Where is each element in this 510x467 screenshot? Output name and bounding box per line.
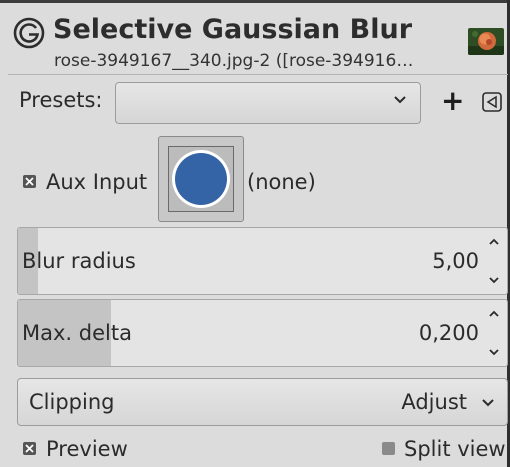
dialog-title: Selective Gaussian Blur <box>53 14 413 45</box>
increment-icon[interactable] <box>487 236 501 248</box>
header-separator <box>8 74 508 75</box>
triangle-left-icon <box>486 95 497 109</box>
split-view-label: Split view <box>404 437 506 461</box>
clipping-value: Adjust <box>401 390 467 414</box>
presets-label: Presets: <box>19 88 103 112</box>
preview-label: Preview <box>46 437 128 461</box>
split-view-checkbox[interactable] <box>382 442 395 455</box>
decrement-icon[interactable] <box>487 346 501 358</box>
image-subtitle: rose-3949167__340.jpg-2 ([rose-394916… <box>54 51 414 71</box>
blur-radius-label: Blur radius <box>22 249 136 273</box>
max-delta-label: Max. delta <box>22 321 132 345</box>
chevron-down-icon <box>482 399 494 407</box>
aux-input-checkbox[interactable] <box>23 175 36 188</box>
add-preset-button[interactable]: + <box>441 84 464 117</box>
chevron-down-icon <box>394 96 406 104</box>
aux-input-label: Aux Input <box>46 170 148 194</box>
decrement-icon[interactable] <box>487 274 501 286</box>
increment-icon[interactable] <box>487 308 501 320</box>
aux-input-swatch <box>172 150 230 208</box>
aux-input-value: (none) <box>247 170 316 194</box>
plus-icon: + <box>441 84 465 117</box>
gimp-icon <box>13 17 45 49</box>
clipping-combo[interactable]: Clipping Adjust <box>17 378 508 426</box>
rose-thumbnail <box>468 28 504 55</box>
presets-combo[interactable] <box>115 82 421 124</box>
check-x-icon <box>25 444 34 453</box>
max-delta-spinscale[interactable]: Max. delta 0,200 <box>17 299 508 367</box>
blur-radius-spinscale[interactable]: Blur radius 5,00 <box>17 227 508 295</box>
preview-checkbox[interactable] <box>23 442 36 455</box>
window-top-border <box>0 0 510 3</box>
clipping-label: Clipping <box>29 390 115 414</box>
aux-input-color-button[interactable] <box>158 136 244 222</box>
blur-radius-value[interactable]: 5,00 <box>432 249 479 273</box>
check-x-icon <box>25 177 34 186</box>
presets-menu-button[interactable] <box>482 92 502 112</box>
max-delta-value[interactable]: 0,200 <box>419 321 479 345</box>
dialog-header: Selective Gaussian Blur rose-3949167__34… <box>12 10 504 78</box>
aux-input-swatch-frame <box>168 146 234 212</box>
